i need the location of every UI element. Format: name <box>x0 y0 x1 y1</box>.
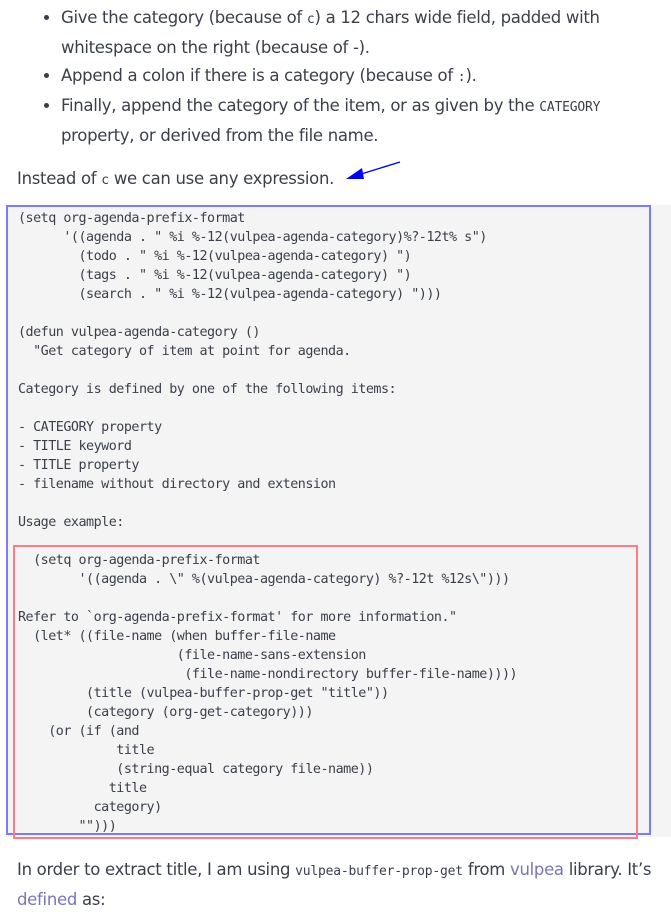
code-content: (setq org-agenda-prefix-format '((agenda… <box>18 211 518 834</box>
inline-code: c <box>101 173 109 188</box>
inline-code: CATEGORY <box>539 100 601 115</box>
inline-code: c <box>306 12 315 27</box>
list-item: Give the category (because of c) a 12 ch… <box>61 4 661 62</box>
paragraph-extract-title: In order to extract title, I am using vu… <box>17 860 652 909</box>
defined-link[interactable]: defined <box>17 890 77 909</box>
bullet-list: Give the category (because of c) a 12 ch… <box>17 4 661 150</box>
vulpea-link[interactable]: vulpea <box>510 860 564 879</box>
inline-code: vulpea-buffer-prop-get <box>295 864 463 879</box>
annotation-arrow-icon <box>346 161 401 179</box>
list-item: Append a colon if there is a category (b… <box>61 62 661 92</box>
code-block: (setq org-agenda-prefix-format '((agenda… <box>8 205 671 837</box>
paragraph-expression: Instead of c we can use any expression. <box>17 169 335 188</box>
list-item: Finally, append the category of the item… <box>61 92 661 150</box>
